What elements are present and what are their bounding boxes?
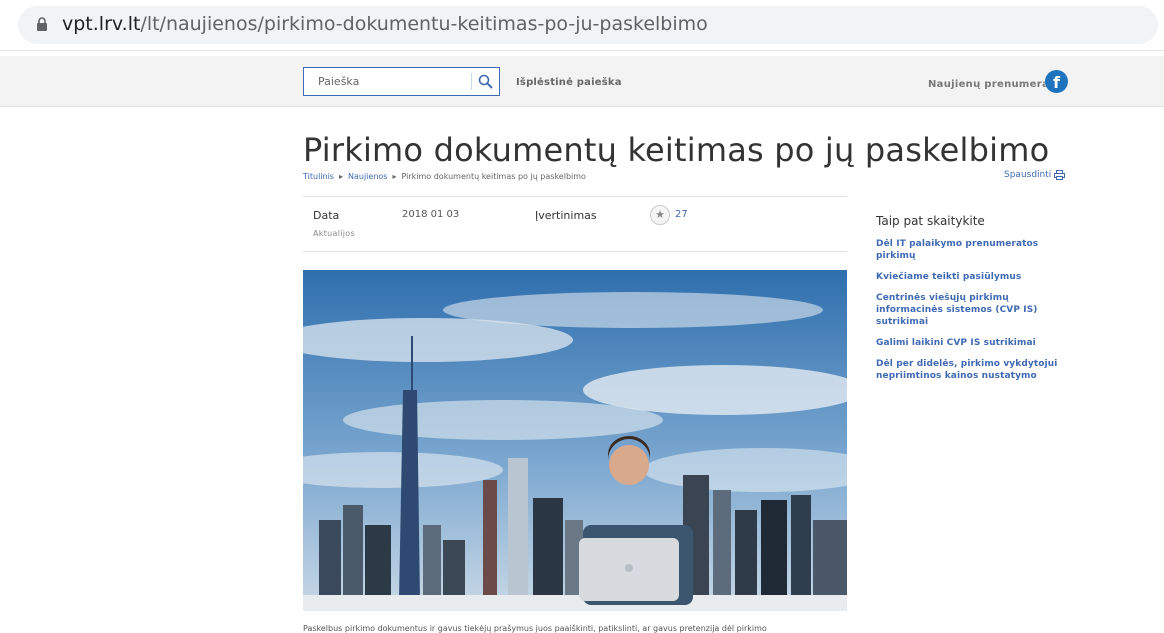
- facebook-icon[interactable]: f: [1045, 70, 1068, 93]
- rating-label: Įvertinimas: [535, 209, 597, 222]
- printer-icon: [1054, 170, 1066, 180]
- star-icon[interactable]: ★: [650, 205, 670, 225]
- newsletter-subscribe-link[interactable]: Naujienų prenumerata: [928, 79, 1061, 90]
- url-host: vpt.lrv.lt: [62, 13, 141, 35]
- related-link[interactable]: Centrinės viešųjų pirkimų informacinės s…: [876, 292, 1076, 328]
- date-value: 2018 01 03: [402, 209, 460, 220]
- search-divider: [471, 73, 472, 90]
- breadcrumb-news[interactable]: Naujienos: [348, 172, 387, 181]
- print-label: Spausdinti: [1004, 170, 1052, 180]
- breadcrumb-home[interactable]: Titulinis: [303, 172, 334, 181]
- search-input[interactable]: [304, 68, 483, 95]
- related-title: Taip pat skaitykite: [876, 214, 985, 228]
- rating-count: 27: [675, 209, 688, 220]
- breadcrumb: Titulinis ▸ Naujienos ▸ Pirkimo dokumentų ke…: [303, 172, 586, 181]
- url-path: /lt/naujienos/pirkimo-dokumentu-keitimas…: [140, 13, 708, 35]
- advanced-search-link[interactable]: Išplėstinė paieška: [516, 77, 622, 88]
- related-link[interactable]: Dėl IT palaikymo prenumeratos pirkimų: [876, 238, 1076, 262]
- page-title: Pirkimo dokumentų keitimas po jų paskelb…: [303, 131, 1050, 169]
- related-link[interactable]: Dėl per didelės, pirkimo vykdytojui nepr…: [876, 358, 1076, 382]
- search-icon[interactable]: [476, 72, 496, 92]
- breadcrumb-arrow-icon: ▸: [338, 172, 343, 181]
- article-hero-image: [303, 270, 847, 611]
- article-meta: Data 2018 01 03 Įvertinimas ★ 27 Aktuali…: [303, 196, 847, 252]
- date-label: Data: [313, 209, 340, 222]
- breadcrumb-current: Pirkimo dokumentų keitimas po jų paskelb…: [401, 172, 586, 181]
- url-text[interactable]: vpt.lrv.lt/lt/naujienos/pirkimo-dokument…: [62, 13, 708, 35]
- article-snippet: Paskelbus pirkimo dokumentus ir gavus ti…: [303, 624, 767, 633]
- category-tag[interactable]: Aktualijos: [313, 229, 355, 238]
- search-box: [303, 67, 500, 96]
- print-button[interactable]: Spausdinti: [1004, 170, 1066, 180]
- related-link[interactable]: Kviečiame teikti pasiūlymus: [876, 271, 1076, 283]
- related-articles: Taip pat skaitykite Dėl IT palaikymo pre…: [876, 214, 1076, 391]
- related-link[interactable]: Galimi laikini CVP IS sutrikimai: [876, 337, 1076, 349]
- breadcrumb-arrow-icon: ▸: [392, 172, 397, 181]
- lock-icon: [37, 17, 47, 31]
